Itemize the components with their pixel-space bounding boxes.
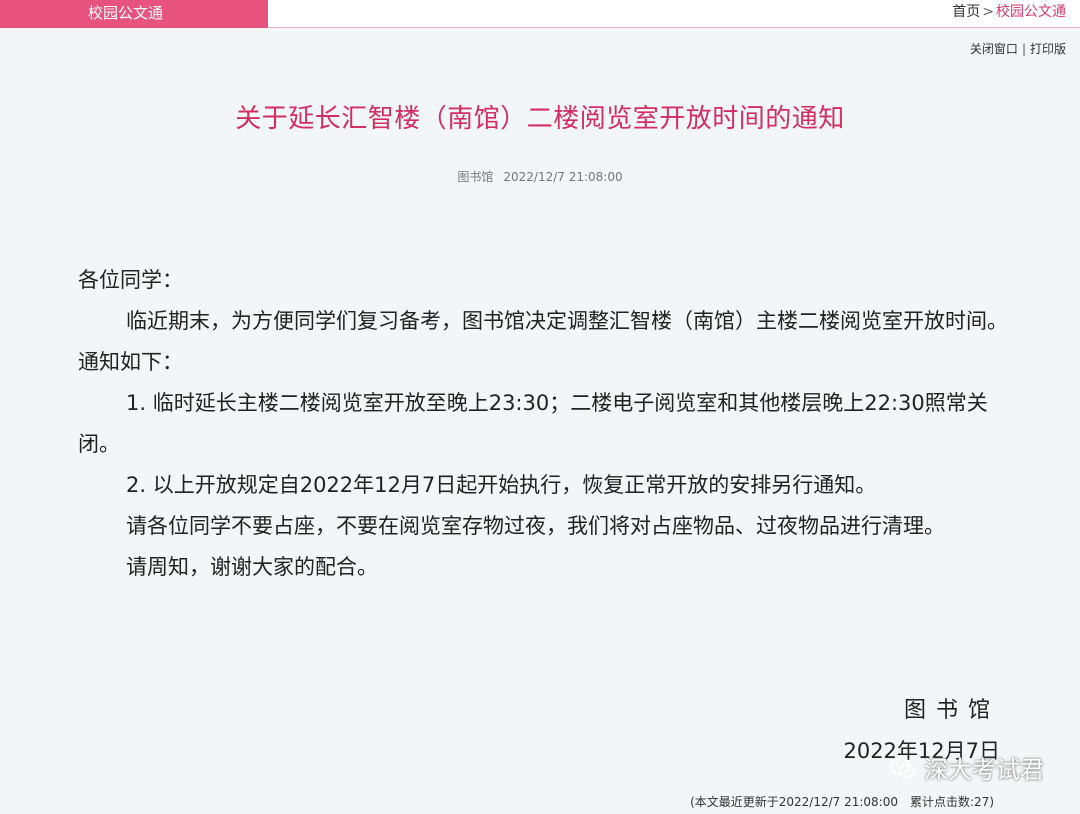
watermark: 深大考试君 (890, 750, 1044, 785)
notice-body: 各位同学： 临近期末，为方便同学们复习备考，图书馆决定调整汇智楼（南馆）主楼二楼… (78, 260, 1008, 588)
notice-author: 图书馆 (457, 170, 494, 184)
page-footer: (本文最近更新于2022/12/7 21:08:00 累计点击数:27) (690, 793, 994, 810)
body-paragraph: 请各位同学不要占座，不要在阅览室存物过夜，我们将对占座物品、过夜物品进行清理。 (126, 514, 945, 538)
top-bar: 校园公文通 首页 > 校园公文通 (0, 0, 1080, 28)
print-version-link[interactable]: 打印版 (1030, 42, 1066, 56)
signature: 图书馆 (903, 698, 1000, 723)
tools-separator: | (1021, 42, 1026, 56)
close-window-link[interactable]: 关闭窗口 (970, 42, 1018, 56)
salutation: 各位同学： (78, 268, 183, 292)
last-updated: (本文最近更新于2022/12/7 21:08:00 (690, 795, 898, 809)
breadcrumb-separator: > (982, 4, 994, 20)
body-paragraph: 临近期末，为方便同学们复习备考，图书馆决定调整汇智楼（南馆）主楼二楼阅览室开放时… (78, 309, 1008, 374)
body-paragraph: 2. 以上开放规定自2022年12月7日起开始执行，恢复正常开放的安排另行通知。 (126, 473, 877, 497)
click-count: 累计点击数:27) (910, 795, 994, 809)
body-paragraph: 1. 临时延长主楼二楼阅览室开放至晚上23:30；二楼电子阅览室和其他楼层晚上2… (78, 391, 988, 456)
page-tools: 关闭窗口 | 打印版 (970, 40, 1066, 57)
notice-title: 关于延长汇智楼（南馆）二楼阅览室开放时间的通知 (235, 104, 845, 134)
section-tab[interactable]: 校园公文通 (0, 0, 268, 28)
breadcrumb-current-link[interactable]: 校园公文通 (996, 4, 1066, 20)
breadcrumb: 首页 > 校园公文通 (952, 0, 1066, 28)
watermark-text: 深大考试君 (924, 756, 1044, 784)
body-paragraph: 请周知，谢谢大家的配合。 (126, 555, 378, 579)
notice-meta: 图书馆 2022/12/7 21:08:00 (0, 168, 1080, 185)
breadcrumb-home-link[interactable]: 首页 (952, 4, 980, 20)
wechat-icon (890, 757, 916, 779)
notice-datetime: 2022/12/7 21:08:00 (503, 170, 623, 184)
